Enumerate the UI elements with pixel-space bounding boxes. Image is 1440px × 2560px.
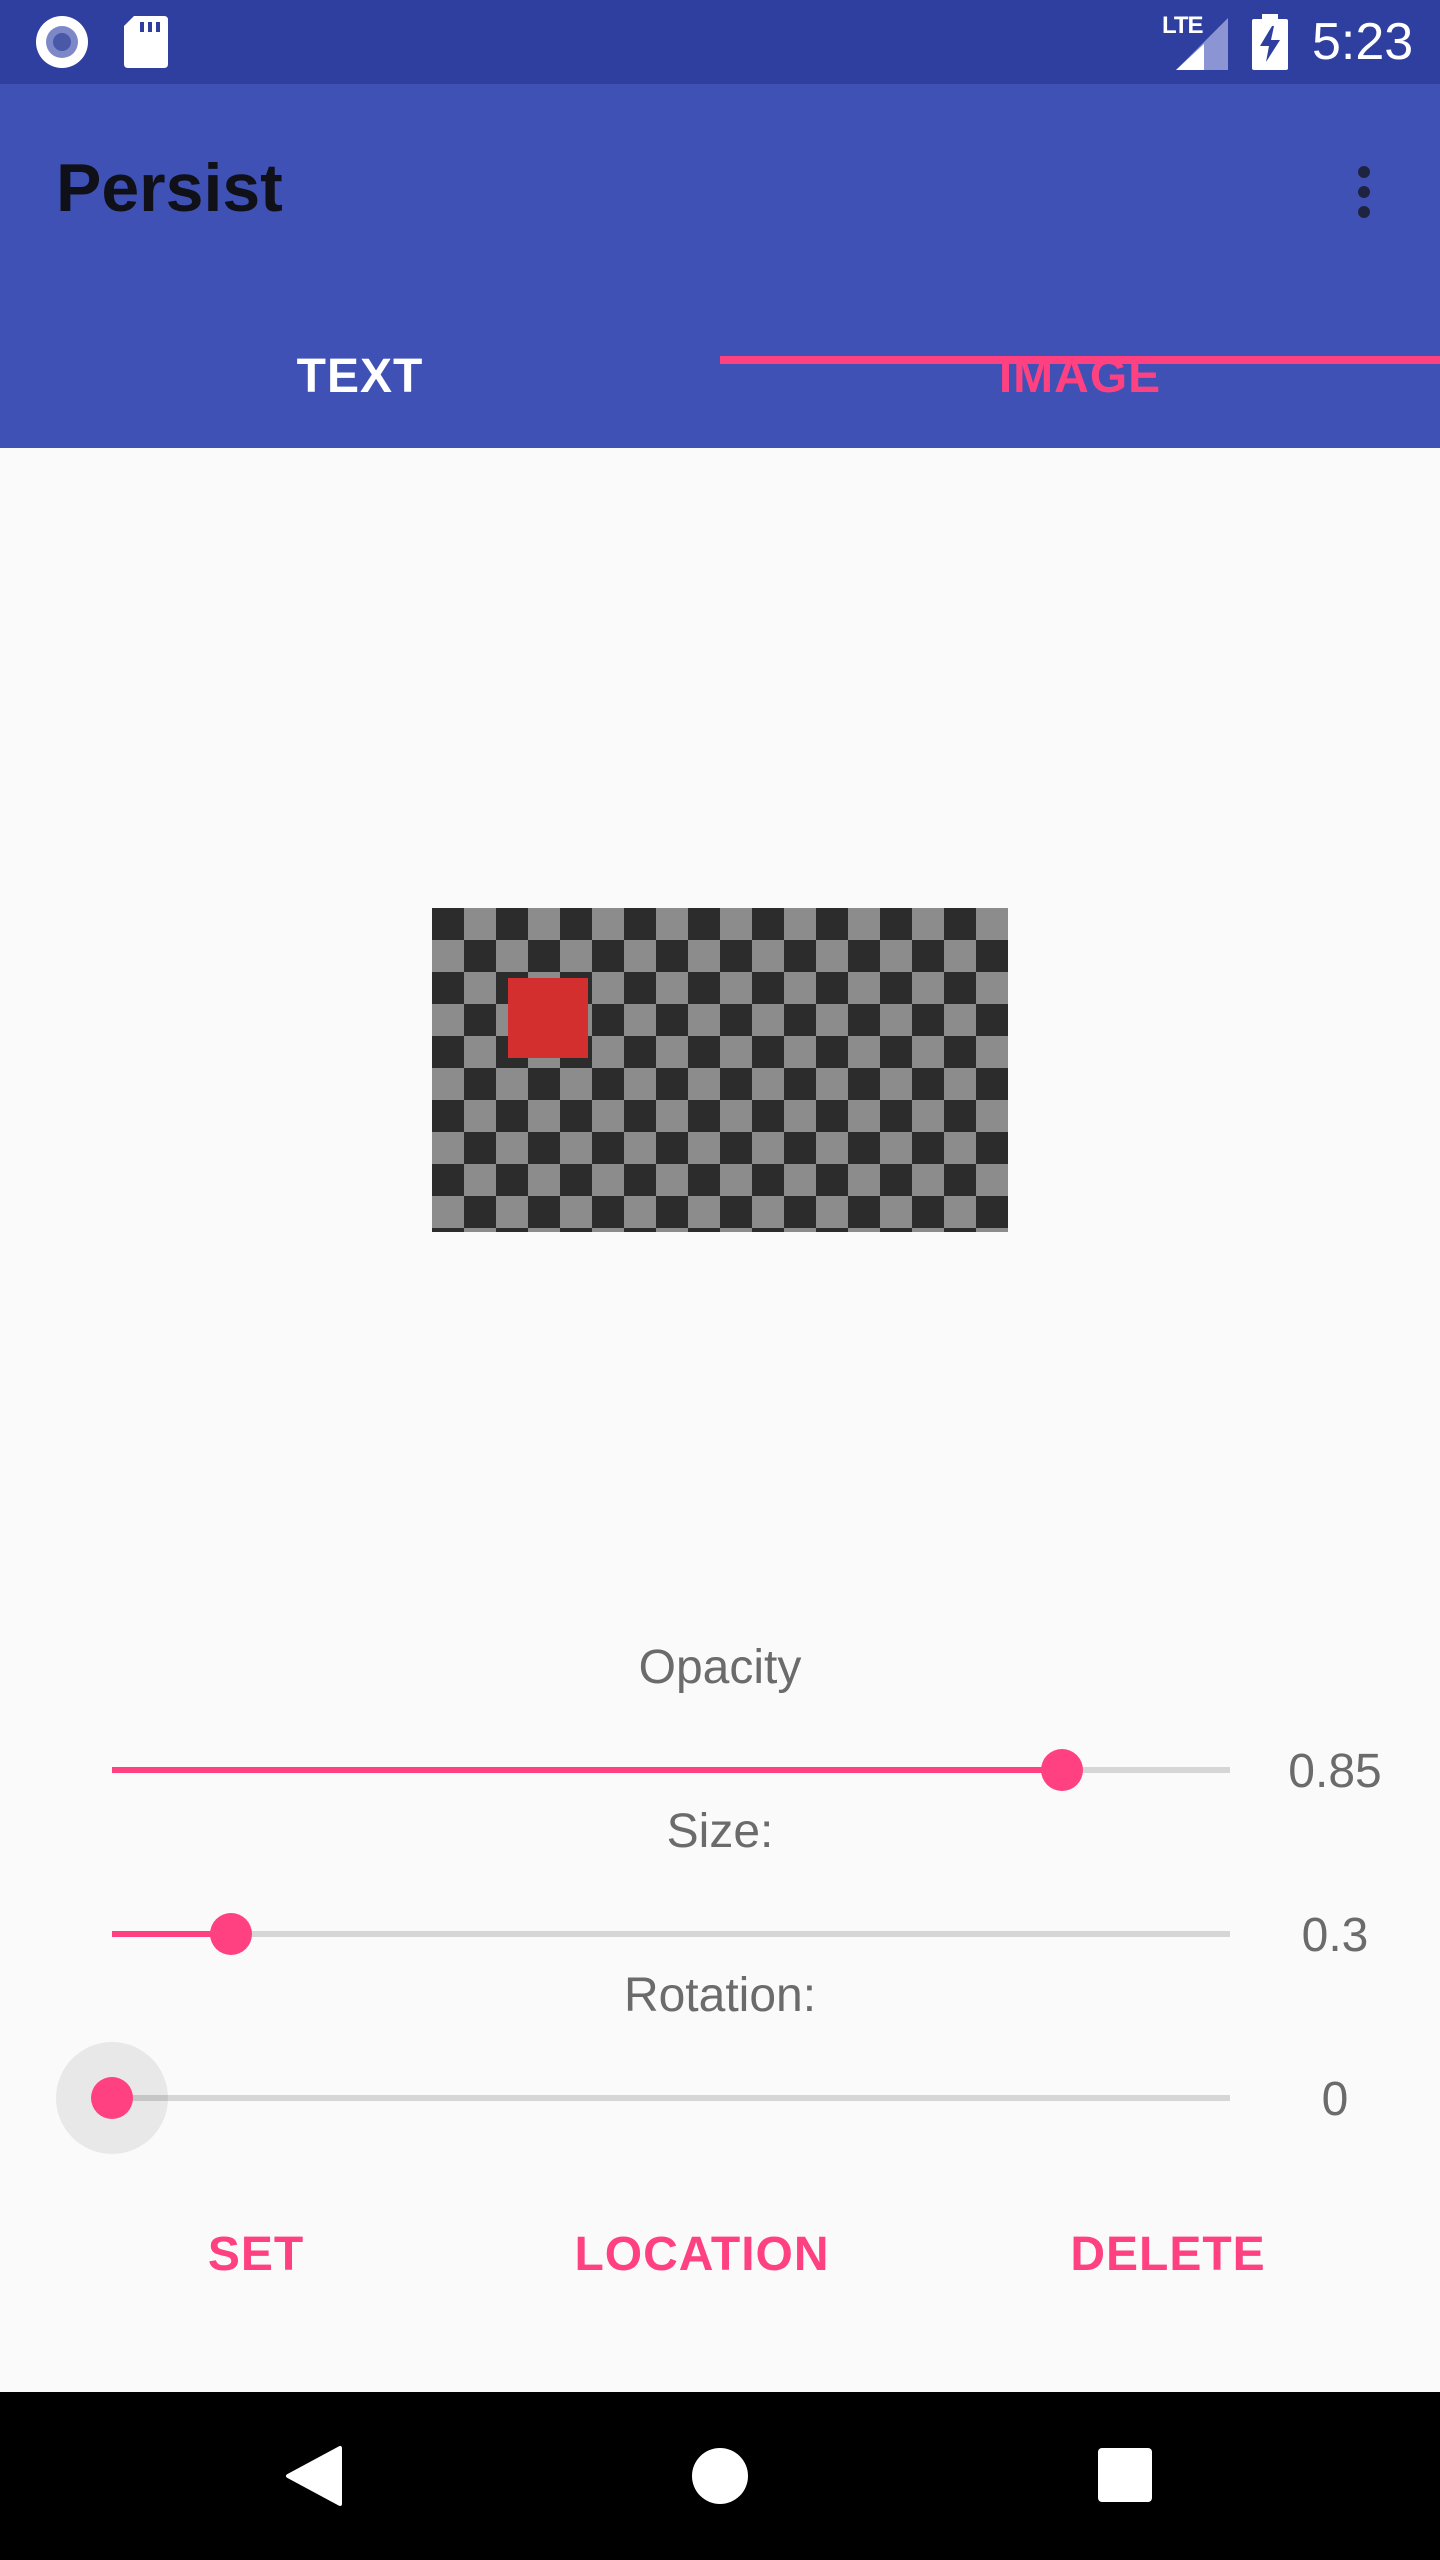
more-vert-icon[interactable] <box>1336 148 1392 236</box>
delete-button[interactable]: DELETE <box>1060 2206 1276 2302</box>
rotation-value: 0 <box>1321 2073 1349 2126</box>
rotation-label: Rotation: <box>623 1969 817 2022</box>
app-title: Persist <box>56 150 283 226</box>
slider-thumb[interactable] <box>1041 1749 1084 1791</box>
sd-card-icon <box>124 16 168 68</box>
screen-record-icon <box>36 16 88 68</box>
set-button[interactable]: SET <box>160 2206 352 2302</box>
slider-fill <box>112 1767 1063 1773</box>
tab-bar: TEXT IMAGE <box>0 304 1440 448</box>
status-time: 5:23 <box>1312 13 1414 71</box>
size-slider[interactable] <box>112 1894 1230 1974</box>
opacity-label: Opacity <box>638 1641 802 1694</box>
opacity-slider[interactable] <box>112 1730 1230 1810</box>
size-value: 0.3 <box>1301 1909 1369 1962</box>
network-type-label: LTE <box>1162 12 1204 39</box>
tab-indicator <box>720 356 1440 364</box>
tab-image[interactable]: IMAGE <box>720 304 1440 448</box>
image-preview <box>432 908 1008 1232</box>
overlay-image-marker <box>508 978 588 1058</box>
location-button[interactable]: LOCATION <box>560 2206 844 2302</box>
size-label: Size: <box>666 1805 774 1858</box>
app-bar: Persist TEXT IMAGE <box>0 84 1440 448</box>
back-icon[interactable] <box>284 2444 344 2508</box>
screen: LTE 5:23 Persist TEXT IMAGE Opacity 0.85… <box>0 0 1440 2560</box>
status-bar: LTE 5:23 <box>0 0 1440 84</box>
battery-charging-icon <box>1252 14 1288 70</box>
navigation-bar <box>0 2392 1440 2560</box>
recents-icon[interactable] <box>1098 2448 1152 2502</box>
slider-track <box>112 2095 1230 2101</box>
opacity-value: 0.85 <box>1288 1745 1382 1798</box>
home-icon[interactable] <box>692 2448 748 2504</box>
slider-thumb[interactable] <box>209 1913 252 1955</box>
rotation-slider[interactable] <box>56 2042 1230 2154</box>
tab-text[interactable]: TEXT <box>0 304 720 448</box>
slider-track <box>112 1931 1230 1937</box>
slider-thumb[interactable] <box>91 2077 133 2119</box>
